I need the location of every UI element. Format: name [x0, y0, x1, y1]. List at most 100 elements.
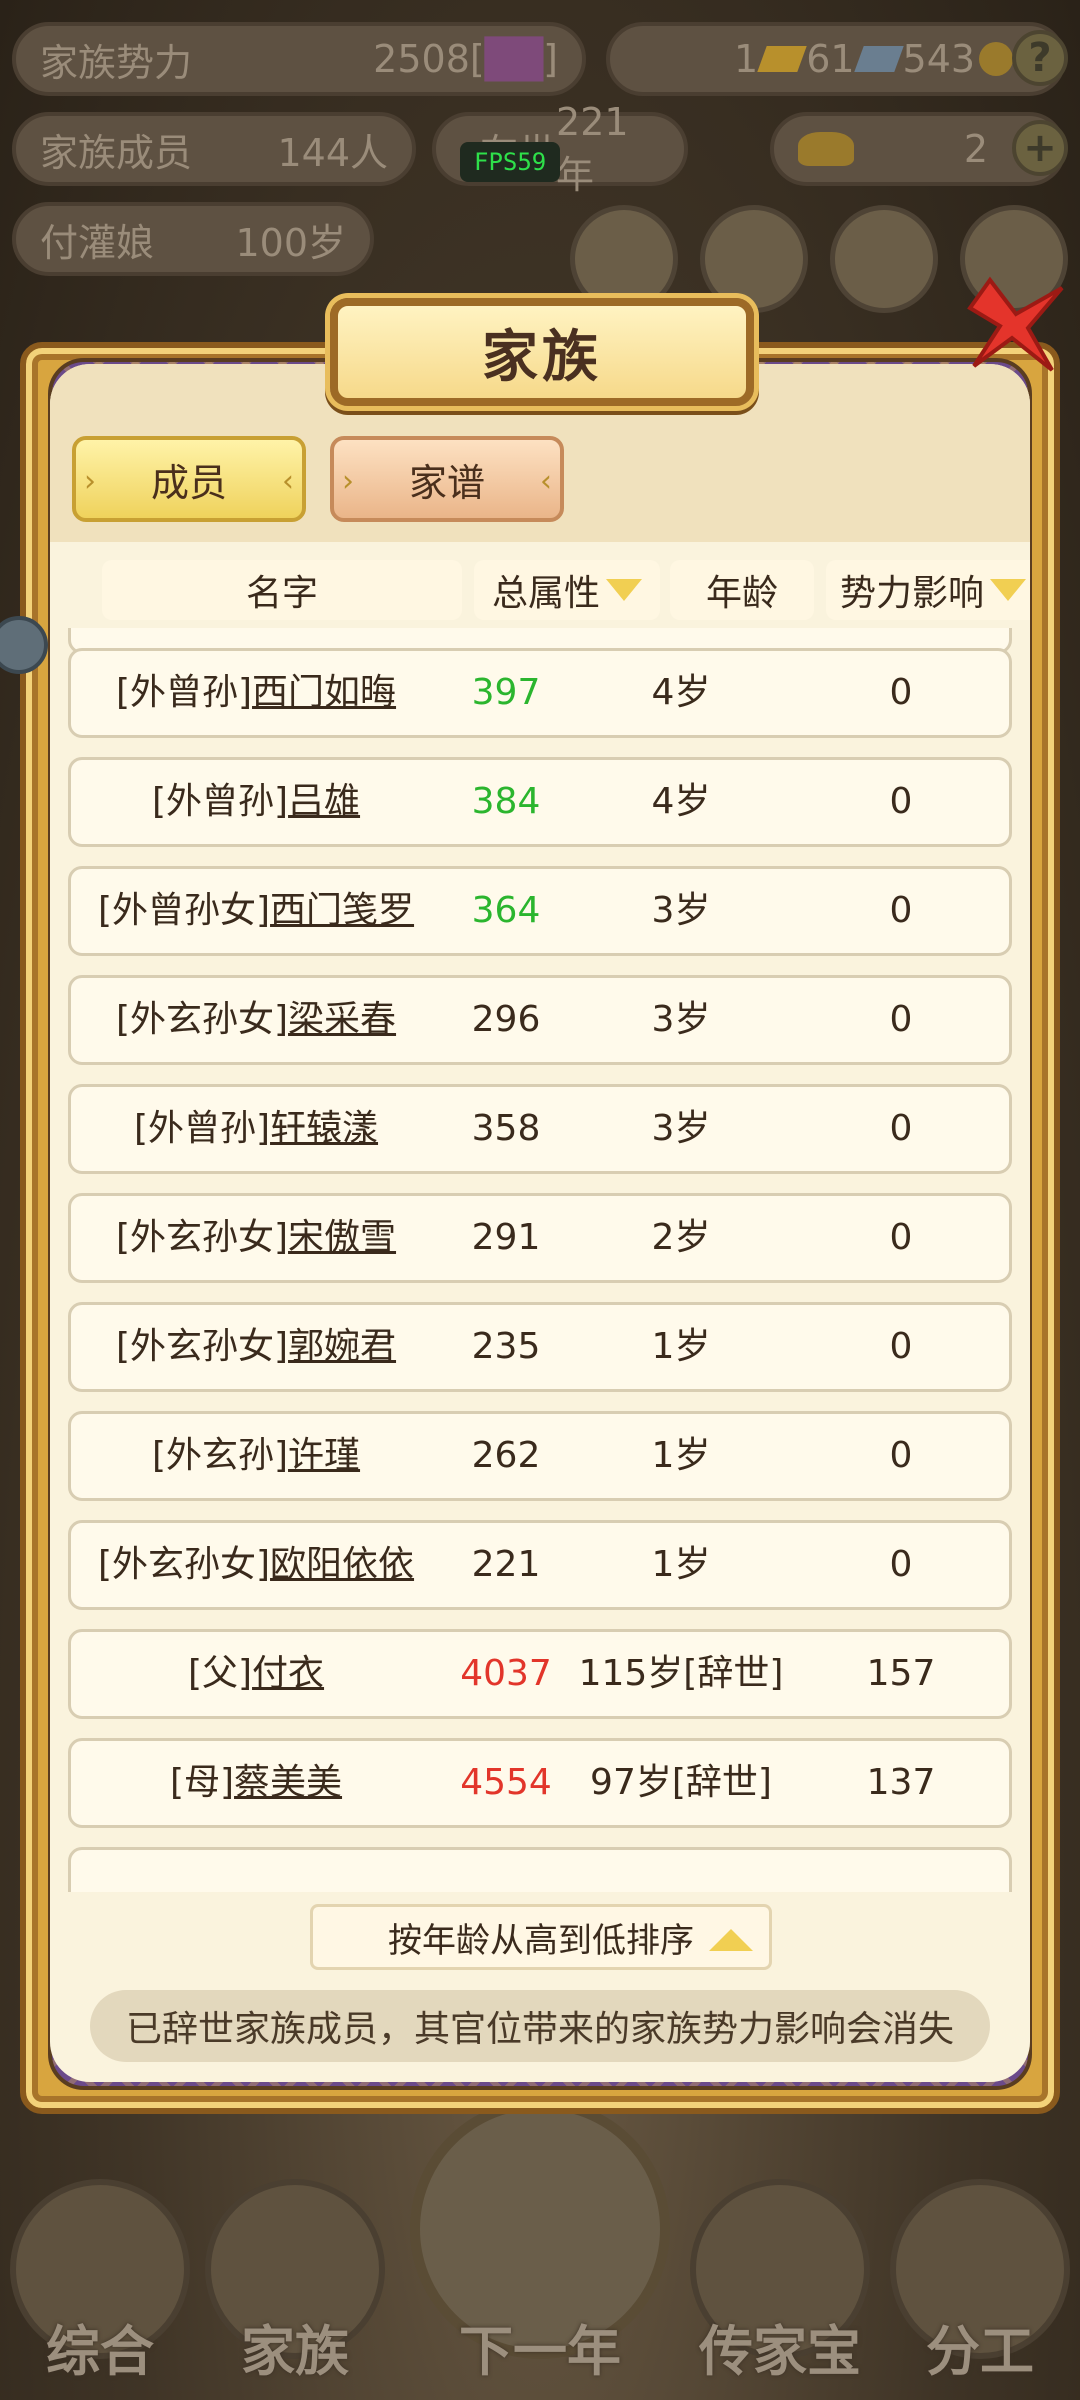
member-name-link[interactable]: 蔡美美	[234, 1762, 342, 1803]
add-icon[interactable]: +	[1012, 120, 1068, 176]
clan-power-label: 家族势力	[40, 40, 193, 85]
nav-division-label: 分工	[926, 2320, 1034, 2383]
table-row[interactable]: [外玄孙女]郭婉君 235 1岁 0	[68, 1302, 1012, 1392]
official-icon[interactable]	[700, 205, 808, 313]
help-icon[interactable]: ?	[1012, 30, 1068, 86]
member-influence: 0	[889, 1217, 913, 1258]
header-age[interactable]: 年龄	[670, 560, 814, 620]
sort-order-button[interactable]: 按年龄从高到低排序	[310, 1904, 772, 1970]
member-name-cell: [外曾孙女]西门笺罗	[71, 869, 441, 953]
tab-members-label: 成员	[150, 460, 227, 505]
nav-overview-label: 综合	[46, 2320, 154, 2383]
silver-count: 61	[806, 37, 855, 81]
member-relation: [外曾孙]	[151, 781, 289, 822]
table-row[interactable]: [外曾孙]西门如晦 397 4岁 0	[68, 648, 1012, 738]
member-relation: [外玄孙女]	[97, 1544, 271, 1585]
nav-next-year-label: 下一年	[459, 2320, 621, 2383]
table-row[interactable]: [外玄孙女]梁采春 296 3岁 0	[68, 975, 1012, 1065]
member-age: 3岁	[651, 1108, 711, 1149]
silver-icon	[853, 46, 904, 72]
table-row[interactable]: [外曾孙]轩辕漾 358 3岁 0	[68, 1084, 1012, 1174]
study-icon[interactable]	[830, 205, 938, 313]
tab-members[interactable]: › 成员 ‹	[72, 436, 306, 522]
member-name-link[interactable]: 许瑾	[288, 1435, 360, 1476]
header-influence[interactable]: 势力影响	[826, 560, 1030, 620]
member-name-link[interactable]: 付衣	[252, 1653, 324, 1694]
member-name-cell: [母]蔡美美	[71, 1741, 441, 1825]
nav-next-year[interactable]: 下一年	[410, 2099, 670, 2386]
member-list[interactable]: [外曾孙]西门如晦 397 4岁 0 [外曾孙]吕雄 384 4岁 0 [外曾孙女]西门笺罗 36…	[50, 628, 1030, 1892]
coin-icon	[979, 42, 1014, 76]
member-relation: [外曾孙女]	[97, 890, 271, 931]
chevron-right-icon: ‹	[540, 464, 552, 499]
member-relation: [父]	[187, 1653, 253, 1694]
dialog-title: 家族	[482, 324, 602, 390]
table-row[interactable]: [母]蔡美美 4554 97岁[辞世] 137	[68, 1738, 1012, 1828]
nav-family[interactable]: 家族	[205, 2179, 385, 2386]
member-relation: [外玄孙女]	[115, 999, 289, 1040]
member-influence: 0	[889, 1544, 913, 1585]
member-score: 358	[471, 1108, 541, 1149]
member-name-cell: [外玄孙女]郭婉君	[71, 1305, 441, 1389]
fps-counter: FPS59	[460, 142, 561, 182]
member-name-cell: [外曾孙]轩辕漾	[71, 1087, 441, 1171]
member-age: 2岁	[651, 1217, 711, 1258]
chevron-left-icon: ›	[342, 464, 354, 499]
header-age-label: 年龄	[705, 573, 778, 614]
table-row[interactable]: [外曾孙]吕雄 384 4岁 0	[68, 757, 1012, 847]
nav-division[interactable]: 分工	[890, 2179, 1070, 2386]
header-score[interactable]: 总属性	[474, 560, 660, 620]
leader-age: 100岁	[235, 220, 346, 265]
reign-value: 221年	[556, 99, 629, 197]
chevron-right-icon: ‹	[282, 464, 294, 499]
member-age: 97岁[辞世]	[590, 1762, 772, 1803]
member-name-link[interactable]: 吕雄	[288, 781, 360, 822]
table-row[interactable]: [外玄孙]许瑾 262 1岁 0	[68, 1411, 1012, 1501]
member-name-link[interactable]: 郭婉君	[288, 1326, 396, 1367]
gold-bar-icon	[757, 46, 807, 72]
nav-overview[interactable]: 综合	[10, 2179, 190, 2386]
member-name-link[interactable]: 欧阳依依	[270, 1544, 414, 1585]
bottom-nav: 综合 家族 下一年 传家宝 分工	[0, 2080, 1080, 2400]
deceased-notice-text: 已辞世家族成员，其官位带来的家族势力影响会消失	[125, 2009, 954, 2050]
member-name-cell: [外玄孙女]宋傲雪	[71, 1196, 441, 1280]
member-name-link[interactable]: 西门如晦	[252, 672, 396, 713]
header-name[interactable]: 名字	[102, 560, 462, 620]
member-name-link[interactable]: 西门笺罗	[270, 890, 414, 931]
member-relation: [外曾孙]	[115, 672, 253, 713]
member-relation: [外曾孙]	[133, 1108, 271, 1149]
member-influence: 0	[889, 999, 913, 1040]
header-score-label: 总属性	[491, 573, 600, 614]
leader-panel: 付灌娘 100岁	[12, 202, 374, 276]
gold-bars-count: 1	[734, 37, 759, 81]
member-relation: [外玄孙女]	[115, 1326, 289, 1367]
member-name-link[interactable]: 梁采春	[288, 999, 396, 1040]
table-row[interactable]: [父]付衣 4037 115岁[辞世] 157	[68, 1629, 1012, 1719]
nav-heirloom[interactable]: 传家宝	[690, 2179, 870, 2386]
clan-power-value: 2508[██]	[373, 37, 558, 81]
table-row[interactable]: [外曾孙女]西门笺罗 364 3岁 0	[68, 866, 1012, 956]
scroll-menu-icon[interactable]	[570, 205, 678, 313]
member-score: 262	[471, 1435, 541, 1476]
sort-down-icon	[990, 579, 1026, 601]
tab-genealogy-label: 家谱	[408, 460, 485, 505]
nav-heirloom-label: 传家宝	[699, 2320, 861, 2383]
member-name-link[interactable]: 宋傲雪	[288, 1217, 396, 1258]
member-score: 4554	[460, 1762, 552, 1803]
close-icon	[967, 276, 1064, 372]
dialog-content: › 成员 ‹ › 家谱 ‹ 名字 总属性 年龄 势力影响 [外曾孙]西门如晦 3…	[50, 364, 1030, 2082]
member-name-link[interactable]: 轩辕漾	[270, 1108, 378, 1149]
member-age: 3岁	[651, 999, 711, 1040]
deceased-notice: 已辞世家族成员，其官位带来的家族势力影响会消失	[90, 1990, 990, 2062]
sort-up-icon	[709, 1929, 753, 1951]
table-row[interactable]: [外玄孙女]宋傲雪 291 2岁 0	[68, 1193, 1012, 1283]
table-row[interactable]: [外玄孙女]欧阳依依 221 1岁 0	[68, 1520, 1012, 1610]
tab-genealogy[interactable]: › 家谱 ‹	[330, 436, 564, 522]
member-age: 4岁	[651, 672, 711, 713]
member-age: 1岁	[651, 1435, 711, 1476]
close-button[interactable]	[956, 274, 1066, 384]
member-score: 235	[471, 1326, 541, 1367]
member-score: 364	[471, 890, 541, 931]
nav-family-label: 家族	[241, 2320, 349, 2383]
member-influence: 0	[889, 672, 913, 713]
